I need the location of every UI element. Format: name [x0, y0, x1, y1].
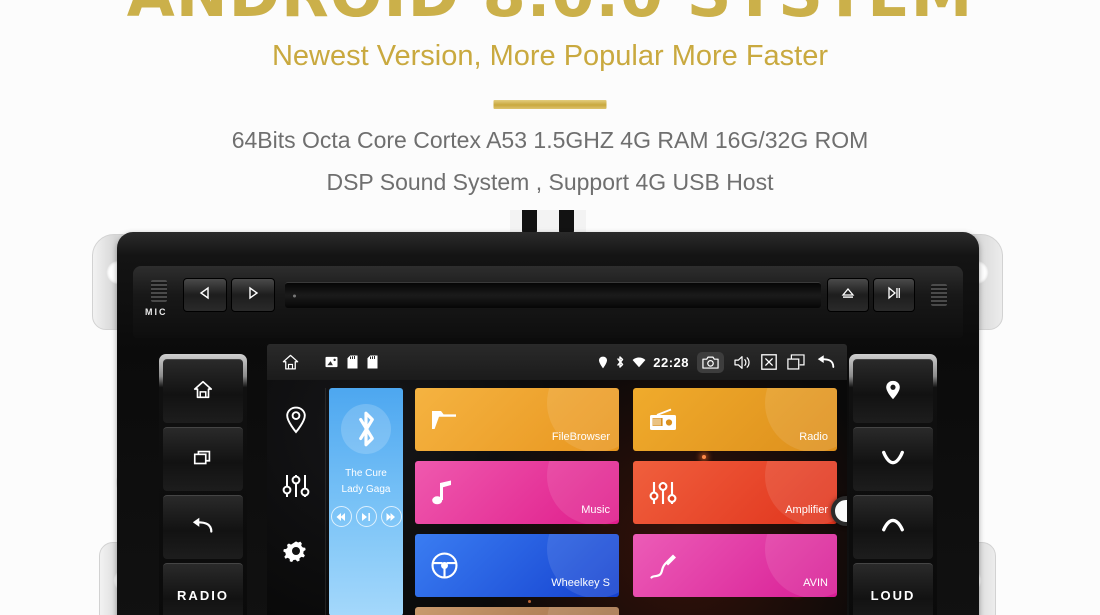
close-x-icon[interactable]: [761, 354, 777, 370]
sdcard-2-icon: [367, 355, 378, 369]
spec-line-1: 64Bits Octa Core Cortex A53 1.5GHZ 4G RA…: [231, 127, 869, 153]
tile-label: FileBrowser: [551, 431, 610, 443]
eject-icon: [841, 286, 855, 305]
status-bar-clock: 22:28: [653, 354, 689, 370]
car-head-unit: MIC RADIO LOUD 22:28 The Cure Lady Gaga …: [92, 210, 1003, 615]
tile-filebrowser[interactable]: FileBrowser: [415, 388, 619, 451]
recent-apps-icon: [192, 447, 214, 472]
key-back[interactable]: [163, 495, 243, 559]
media-artist: Lady Gaga: [341, 484, 391, 495]
media-play-button[interactable]: [355, 506, 377, 527]
home-icon[interactable]: [281, 353, 300, 372]
front-panel: MIC: [133, 266, 963, 338]
tile-label: Music: [581, 504, 610, 516]
triangle-left-icon: [198, 286, 212, 305]
location-pin-icon[interactable]: [284, 406, 308, 439]
radio-icon: [649, 408, 677, 432]
screen-side-rail: [267, 380, 325, 615]
phone-hangup-icon: [880, 517, 906, 538]
recent-apps-icon[interactable]: [787, 354, 805, 370]
bluetooth-icon: [341, 404, 391, 454]
gallery-icon: [325, 356, 338, 368]
hero-section: ANDROID 8.0.0 SYSTEM Newest Version, Mor…: [0, 0, 1100, 212]
hero-divider: [493, 100, 607, 109]
location-pin-icon: [598, 356, 608, 369]
home-icon: [192, 379, 214, 404]
tile-label: AVIN: [803, 577, 828, 589]
mic-grille-icon: [151, 280, 167, 302]
right-keypad: LOUD: [849, 354, 937, 615]
tile-calculator[interactable]: Calculator: [415, 607, 619, 615]
key-end-call[interactable]: [853, 495, 933, 559]
volume-icon[interactable]: [734, 355, 751, 370]
location-pin-icon: [883, 379, 903, 404]
key-home[interactable]: [163, 359, 243, 423]
key-loud[interactable]: LOUD: [853, 563, 933, 615]
cd-disc-slot[interactable]: [285, 282, 821, 308]
rail-divider: [325, 388, 326, 615]
tile-music[interactable]: Music: [415, 461, 619, 524]
tile-label: Wheelkey S: [551, 577, 610, 589]
play-pause-button[interactable]: [873, 278, 915, 312]
settings-gear-icon[interactable]: [283, 538, 309, 569]
prev-track-button[interactable]: [183, 278, 227, 312]
back-arrow-icon[interactable]: [815, 354, 837, 370]
bluetooth-icon: [615, 355, 625, 369]
tile-label: Radio: [799, 431, 828, 443]
mic-label: MIC: [145, 307, 168, 317]
media-track-title: The Cure: [345, 468, 387, 479]
tile-amplifier[interactable]: Amplifier: [633, 461, 837, 524]
steering-wheel-icon: [431, 552, 458, 579]
wifi-icon: [632, 357, 646, 368]
back-arrow-icon: [191, 516, 215, 539]
key-recent-apps[interactable]: [163, 427, 243, 491]
triangle-right-icon: [246, 286, 260, 305]
bluetooth-media-widget[interactable]: The Cure Lady Gaga: [329, 388, 403, 615]
key-navigation[interactable]: [853, 359, 933, 423]
cable-plug-icon: [649, 553, 677, 579]
equalizer-icon: [649, 480, 677, 506]
page-title: ANDROID 8.0.0 SYSTEM: [0, 0, 1100, 31]
left-keypad: RADIO: [159, 354, 247, 615]
next-track-button[interactable]: [231, 278, 275, 312]
tile-radio[interactable]: Radio: [633, 388, 837, 451]
android-touchscreen[interactable]: 22:28 The Cure Lady Gaga FileBrowser Rad…: [267, 344, 847, 615]
phone-answer-icon: [880, 449, 906, 470]
play-pause-icon: [887, 286, 901, 305]
media-next-button[interactable]: [380, 506, 402, 527]
key-answer-call[interactable]: [853, 427, 933, 491]
sdcard-1-icon: [347, 355, 358, 369]
eject-button[interactable]: [827, 278, 869, 312]
camera-icon[interactable]: [697, 351, 724, 373]
right-grille-icon: [931, 284, 947, 306]
folder-icon: [431, 408, 461, 432]
tile-avin[interactable]: AVIN: [633, 534, 837, 597]
equalizer-icon[interactable]: [282, 473, 310, 504]
tile-label: Amplifier: [785, 504, 828, 516]
music-note-icon: [431, 480, 455, 506]
spec-line-2: DSP Sound System , Support 4G USB Host: [326, 169, 774, 195]
media-previous-button[interactable]: [330, 506, 352, 527]
unit-chassis: MIC RADIO LOUD 22:28 The Cure Lady Gaga …: [117, 232, 979, 615]
key-radio[interactable]: RADIO: [163, 563, 243, 615]
android-status-bar: 22:28: [267, 344, 847, 380]
app-tile-grid: FileBrowser Radio Music Amplifier Wheelk…: [415, 388, 837, 615]
hero-subtitle: Newest Version, More Popular More Faster: [271, 40, 829, 72]
top-mount-tabs: [509, 210, 586, 234]
product-banner-page: ANDROID 8.0.0 SYSTEM Newest Version, Mor…: [0, 0, 1100, 615]
tile-wheelkey[interactable]: Wheelkey S: [415, 534, 619, 597]
